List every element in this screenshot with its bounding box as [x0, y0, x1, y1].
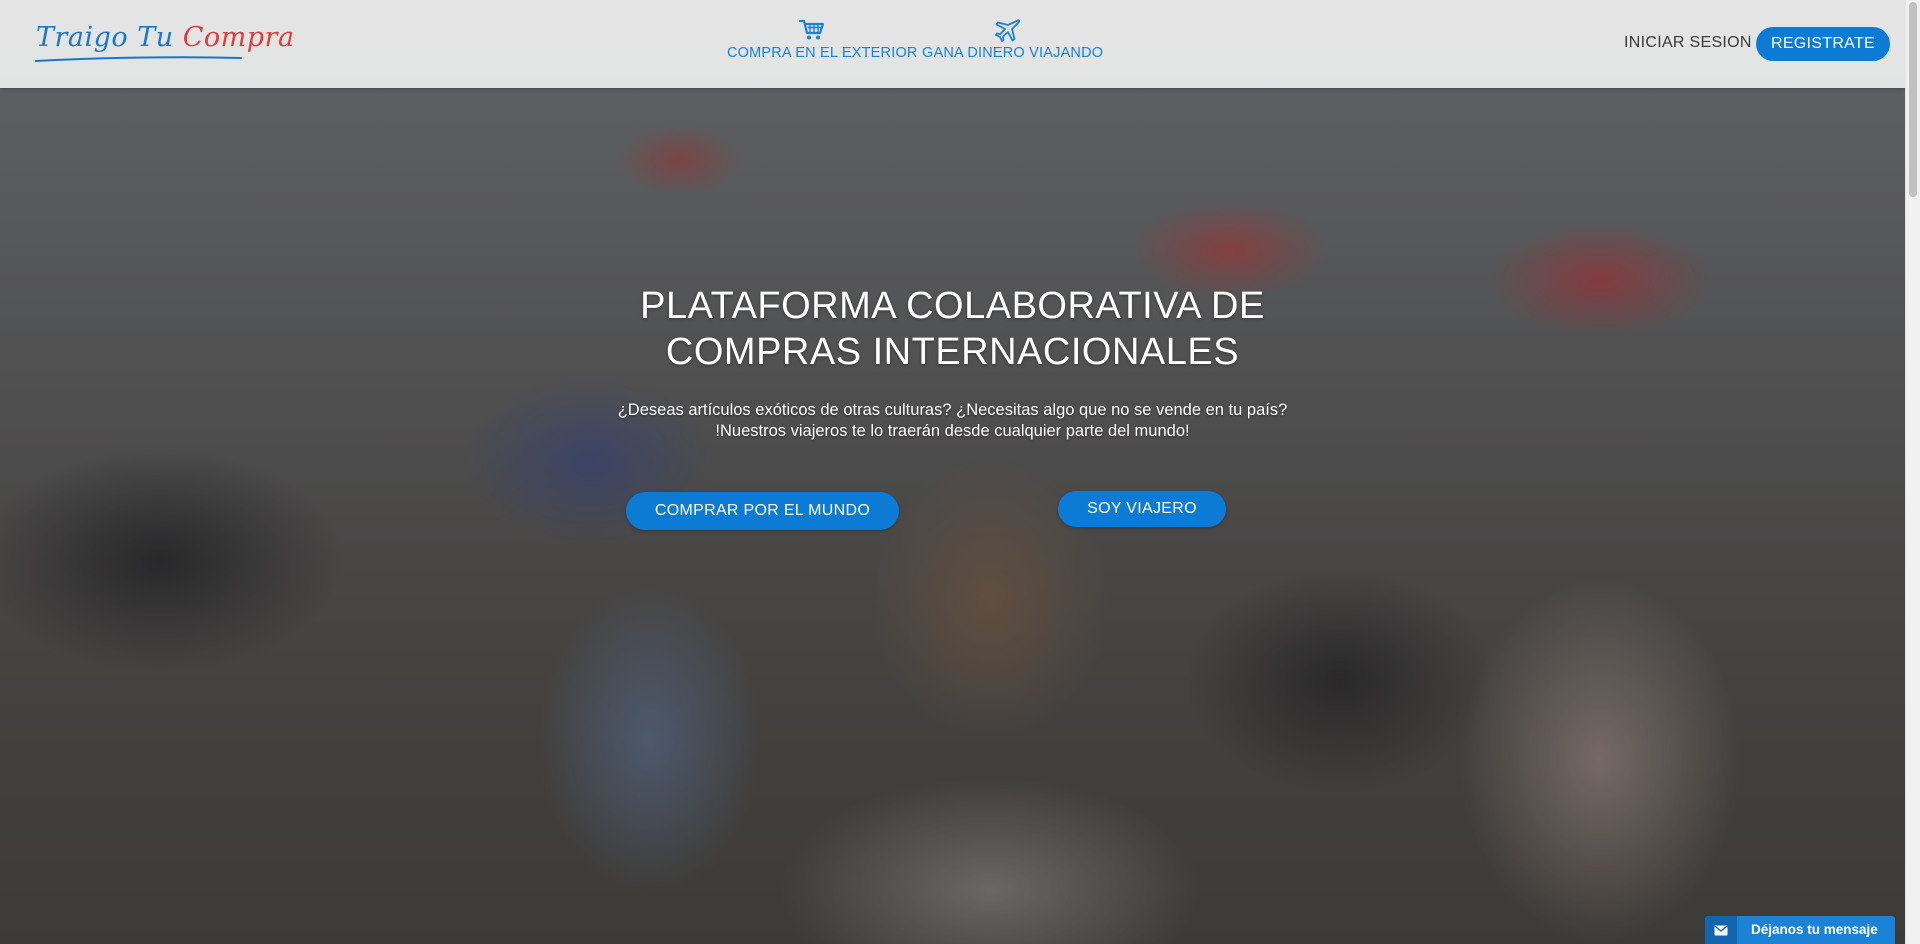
site-logo[interactable]: Traigo Tu Compra: [34, 20, 294, 62]
logo-text-red: Compra: [182, 22, 295, 53]
i-am-traveler-button[interactable]: SOY VIAJERO: [1058, 491, 1226, 527]
hero-title-line-2: COMPRAS INTERNACIONALES: [665, 331, 1240, 373]
register-button[interactable]: REGISTRATE: [1756, 27, 1890, 61]
hero-subtitle: ¿Deseas artículos exóticos de otras cult…: [560, 400, 1345, 442]
hero-title-line-1: PLATAFORMA COLABORATIVA DE: [640, 285, 1265, 327]
leave-message-widget[interactable]: Déjanos tu mensaje: [1705, 916, 1895, 944]
hero-title: PLATAFORMA COLABORATIVA DE COMPRAS INTER…: [560, 283, 1345, 375]
envelope-icon: [1714, 925, 1728, 936]
logo-text: Traigo Tu Compra: [36, 22, 295, 53]
page-scrollbar[interactable]: [1905, 0, 1920, 944]
login-link[interactable]: INICIAR SESION: [1624, 34, 1752, 52]
shopping-cart-icon: [798, 19, 825, 40]
nav-item-label: GANA DINERO VIAJANDO: [922, 45, 1104, 61]
nav-item-earn-traveling[interactable]: GANA DINERO VIAJANDO: [922, 18, 1103, 61]
buy-worldwide-button[interactable]: COMPRAR POR EL MUNDO: [626, 492, 899, 530]
logo-text-blue: Traigo Tu: [36, 22, 183, 53]
nav-item-label: COMPRA EN EL EXTERIOR: [727, 45, 918, 61]
scrollbar-thumb[interactable]: [1909, 2, 1917, 197]
hero-overlay: [0, 0, 1905, 944]
logo-swoosh-icon: [35, 56, 242, 62]
leave-message-label: Déjanos tu mensaje: [1751, 922, 1878, 937]
hero-subtitle-line-2: !Nuestros viajeros te lo traerán desde c…: [715, 422, 1190, 440]
site-header: Traigo Tu Compra COMPRA EN EL EXTERIOR G…: [0, 0, 1905, 88]
envelope-icon-box: [1705, 916, 1737, 944]
page: Traigo Tu Compra COMPRA EN EL EXTERIOR G…: [0, 0, 1920, 944]
hero-subtitle-line-1: ¿Deseas artículos exóticos de otras cult…: [617, 401, 1288, 419]
nav-item-shop-abroad[interactable]: COMPRA EN EL EXTERIOR: [727, 18, 917, 61]
airplane-icon: [995, 19, 1021, 42]
